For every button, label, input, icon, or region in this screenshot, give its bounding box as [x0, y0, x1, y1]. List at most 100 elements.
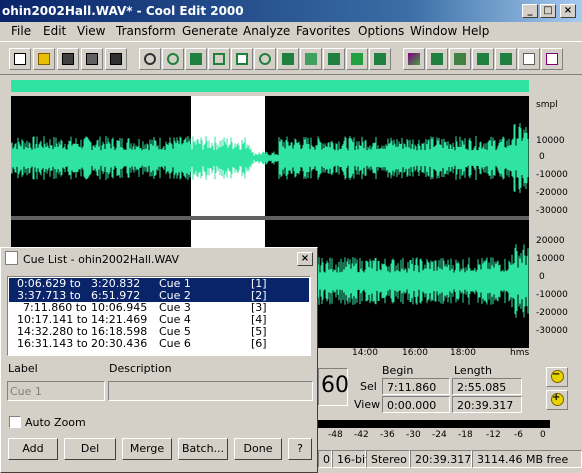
mix-paste-icon[interactable]: [277, 48, 299, 70]
cue-name: Cue 6: [159, 337, 191, 350]
waveform-view-icon[interactable]: [369, 48, 391, 70]
meter-tick: 0: [540, 430, 546, 440]
scale-upper-5: -30000: [536, 206, 568, 216]
cue-list-close-button[interactable]: ×: [297, 252, 313, 266]
menu-view[interactable]: View: [77, 24, 105, 38]
help-button[interactable]: ?: [288, 438, 312, 460]
meter-tick: -6: [514, 430, 523, 440]
scale-lower-4: -10000: [536, 290, 568, 300]
merge-button[interactable]: Merge: [122, 438, 172, 460]
open-folder-icon[interactable]: [33, 48, 55, 70]
cue-list-titlebar[interactable]: Cue List - ohin2002Hall.WAV ×: [3, 250, 315, 268]
description-field[interactable]: [108, 381, 313, 401]
auto-zoom-label[interactable]: Auto Zoom: [25, 416, 86, 429]
spectral-view-icon[interactable]: [403, 48, 425, 70]
scale-upper-4: -20000: [536, 188, 568, 198]
overview-ruler[interactable]: [11, 80, 529, 92]
effect-icon[interactable]: [323, 48, 345, 70]
sel-length-field[interactable]: 2:55.085: [452, 378, 522, 395]
cue-list-window-icon: [5, 251, 18, 265]
cue-list-window[interactable]: Cue List - ohin2002Hall.WAV × 0:06.629 t…: [0, 247, 318, 473]
meter-tick: -36: [380, 430, 395, 440]
save-all-icon[interactable]: [81, 48, 103, 70]
meter-tick: -30: [406, 430, 421, 440]
time-label-2: 16:00: [402, 348, 428, 358]
menu-analyze[interactable]: Analyze: [243, 24, 290, 38]
maximize-button[interactable]: □: [540, 4, 556, 18]
auto-zoom-checkbox[interactable]: [9, 416, 21, 428]
channel-divider: [11, 216, 529, 220]
view-begin-field[interactable]: 0:00.000: [382, 396, 450, 413]
done-button[interactable]: Done: [234, 438, 282, 460]
cd-icon[interactable]: [449, 48, 471, 70]
close-file-icon[interactable]: [105, 48, 127, 70]
scale-lower-5: -20000: [536, 308, 568, 318]
menu-file[interactable]: File: [11, 24, 31, 38]
sel-begin-field[interactable]: 7:11.860: [382, 378, 450, 395]
scale-upper-2: 0: [539, 152, 545, 162]
zoom-in-icon[interactable]: +: [546, 390, 568, 410]
spectral-icon[interactable]: [346, 48, 368, 70]
marker-icon[interactable]: [518, 48, 540, 70]
time-axis: 14:00 16:00 18:00 hms: [320, 348, 530, 360]
menu-favorites[interactable]: Favorites: [296, 24, 350, 38]
play-list-icon[interactable]: [541, 48, 563, 70]
batch-button[interactable]: Batch...: [178, 438, 228, 460]
meter-tick: -24: [432, 430, 447, 440]
script-icon[interactable]: [472, 48, 494, 70]
time-label-3: 18:00: [450, 348, 476, 358]
meter-tick: -18: [458, 430, 473, 440]
cue-list-title: Cue List - ohin2002Hall.WAV: [23, 253, 180, 266]
meter-tick: -48: [328, 430, 343, 440]
scale-upper-3: -10000: [536, 170, 568, 180]
close-button[interactable]: ×: [560, 4, 576, 18]
status-bar: 0 16-bit Stereo 20:39.317 3114.46 MB fre…: [318, 450, 582, 470]
scale-unit: smpl: [536, 100, 558, 110]
menu-options[interactable]: Options: [358, 24, 404, 38]
cut-icon[interactable]: [185, 48, 207, 70]
level-meter-bar: [318, 420, 550, 428]
menu-bar: File Edit View Transform Generate Analyz…: [0, 22, 582, 41]
minimize-button[interactable]: _: [522, 4, 538, 18]
scale-lower-1: 20000: [536, 236, 565, 246]
scale-lower-6: -30000: [536, 326, 568, 336]
cue-start: 16:31.143 to: [17, 337, 88, 350]
time-label-4: hms: [510, 348, 530, 358]
add-button[interactable]: Add: [8, 438, 58, 460]
toolbar: [0, 41, 582, 75]
description-caption: Description: [109, 362, 172, 375]
scissors-icon[interactable]: [254, 48, 276, 70]
scale-upper-1: 10000: [536, 136, 565, 146]
sel-caption: Sel: [360, 380, 377, 393]
copy-icon[interactable]: [208, 48, 230, 70]
paste-icon[interactable]: [231, 48, 253, 70]
label-field[interactable]: Cue 1: [7, 381, 105, 401]
cue-row[interactable]: 16:31.143 to 20:30.436 Cue 6 [6]: [9, 338, 309, 350]
frequency-icon[interactable]: [495, 48, 517, 70]
menu-transform[interactable]: Transform: [116, 24, 176, 38]
view-caption: View: [354, 398, 381, 411]
view-length-field[interactable]: 20:39.317: [452, 396, 522, 413]
loop-icon[interactable]: [162, 48, 184, 70]
title-bar: ohin2002Hall.WAV* - Cool Edit 2000 _ □ ×: [0, 0, 582, 22]
save-icon[interactable]: [57, 48, 79, 70]
cue-list[interactable]: 0:06.629 to 3:20.832 Cue 1 [1] 3:37.713 to 6…: [7, 276, 311, 356]
menu-edit[interactable]: Edit: [43, 24, 66, 38]
label-caption: Label: [8, 362, 38, 375]
status-pane: 60 Begin Length Sel View 7:11.860 2:55.0…: [318, 360, 582, 473]
status-free-space: 3114.46 MB free: [472, 450, 582, 468]
zoom-out-icon[interactable]: −: [546, 367, 568, 387]
normalize-icon[interactable]: [300, 48, 322, 70]
undo-icon[interactable]: [139, 48, 161, 70]
menu-generate[interactable]: Generate: [182, 24, 238, 38]
amplitude-scale: smpl 10000 0 -10000 -20000 -30000 20000 …: [529, 96, 582, 348]
status-duration: 20:39.317: [410, 450, 472, 468]
begin-caption: Begin: [382, 364, 414, 377]
eq-icon[interactable]: [426, 48, 448, 70]
status-rate: 0: [318, 450, 332, 468]
new-file-icon[interactable]: [9, 48, 31, 70]
menu-help[interactable]: Help: [462, 24, 489, 38]
menu-window[interactable]: Window: [410, 24, 457, 38]
del-button[interactable]: Del: [64, 438, 116, 460]
scale-lower-2: 10000: [536, 254, 565, 264]
